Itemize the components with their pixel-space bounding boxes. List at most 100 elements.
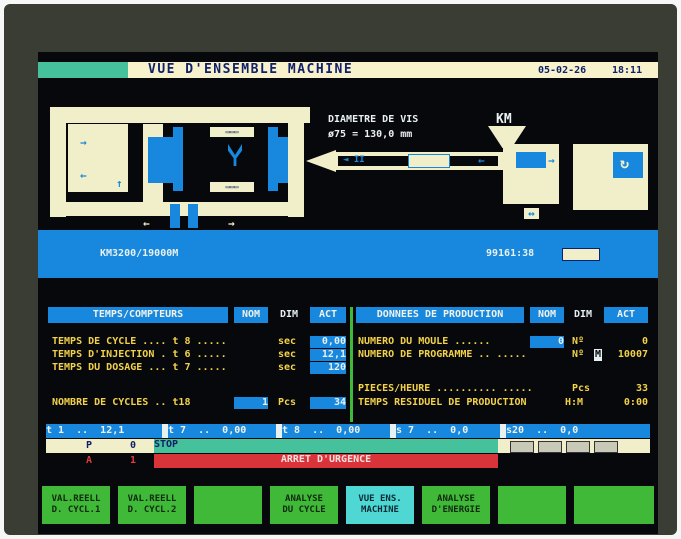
arrow-screw-back: ← [478,154,485,167]
row-residual-time-dim: H:M [565,397,584,408]
header-indicator [38,62,128,78]
row-mold-number-dim: Nº [572,336,585,347]
row-program-number-label: NUMERO DE PROGRAMME .. ..... [358,349,527,360]
fkey-2-line1: VAL.REELL [127,494,177,504]
row-cycle-time-dim: sec [278,336,297,347]
clamp-top-bar [50,107,310,123]
row-pieces-hour-dim: Pcs [572,383,591,394]
stop-status: STOP [154,439,498,453]
arrow-right-bottom: → [228,217,235,230]
row-injection-time-act[interactable]: 12,1 [310,349,346,361]
fkey-actual-values-cycle-2[interactable]: VAL.REELL D. CYCL.2 [118,486,186,524]
row-mold-number-nom[interactable]: 0 [530,336,564,348]
alarm-a-label: A [86,455,93,466]
status-icon-4 [594,441,618,453]
status-icon-3 [566,441,590,453]
alarm-message: ARRET D'URGENCE [154,454,498,468]
mold-tag-top: ▭▭▭ [210,127,254,137]
times-panel-title: TEMPS/COMPTEURS [48,307,228,323]
row-cycles-nom[interactable]: 1 [234,397,268,409]
status-seg-t7: t 7 .. 0,00 [168,424,276,438]
row-pieces-hour-label: PIECES/HEURE .......... ..... [358,383,533,394]
fkey-5-line1: VUE ENS. [358,494,402,504]
clamp-foot-left [170,204,180,228]
row-pieces-hour-act: 33 [635,383,648,394]
arrow-feed: → [548,154,555,167]
fkey-2-line2: D. CYCL.2 [127,505,177,515]
alarm-a-value: 1 [130,455,137,466]
header-time: 18:11 [612,65,643,76]
row-program-number-act: 10007 [617,349,648,360]
row-cycle-time-label: TEMPS DE CYCLE .... t 8 ..... [52,336,227,347]
fkey-6-line2: D'ENERGIE [431,505,481,515]
row-program-number-dim: Nº [572,349,585,360]
page-title: VUE D'ENSEMBLE MACHINE [148,62,354,77]
row-cycles-dim: Pcs [278,397,297,408]
fkey-blank-7[interactable] [498,486,566,524]
row-dosing-time-act[interactable]: 120 [310,362,346,374]
fkey-machine-overview[interactable]: VUE ENS. MACHINE [346,486,414,524]
arrow-carriage: ↔ [524,208,539,219]
row-injection-time-label: TEMPS D'INJECTION . t 6 ..... [52,349,227,360]
nozzle [306,150,336,172]
fkey-5-line2: MACHINE [361,505,399,515]
arrow-inject: ◄ II [343,155,365,165]
row-cycle-time-act[interactable]: 0,00 [310,336,346,348]
fkey-energy-analysis[interactable]: ANALYSE D'ENERGIE [422,486,490,524]
fkey-1-line1: VAL.REELL [51,494,101,504]
production-panel-title: DONNEES DE PRODUCTION [356,307,524,323]
mode-p-value: 0 [130,440,137,451]
status-icon-2 [538,441,562,453]
fkey-blank-8[interactable] [574,486,654,524]
status-seg-s20: s20 .. 0,0 [506,424,650,438]
rotation-icon: ↻ [620,154,630,172]
counter-value: 99161:38 [486,248,535,259]
status-seg-t8: t 8 .. 0,00 [282,424,390,438]
mode-p-label: P [86,440,93,451]
header-date: 05-02-26 [538,65,587,76]
production-col-dim: DIM [573,309,593,320]
fkey-blank-3[interactable] [194,486,262,524]
fkey-cycle-analysis[interactable]: ANALYSE DU CYCLE [270,486,338,524]
arrow-up: ↑ [116,177,123,190]
times-col-dim: DIM [279,309,299,320]
clamp-right-plate [288,107,304,217]
row-cycles-act[interactable]: 34 [310,397,346,409]
mold-tag-bottom: ▭▭▭ [210,182,254,192]
times-col-act: ACT [310,307,346,323]
mold-left [173,127,183,191]
production-col-nom: NOM [530,307,564,323]
screw-diameter-label: DIAMETRE DE VIS [328,114,419,125]
status-seg-t1: t 1 .. 12,1 [46,424,162,438]
fkey-4-line1: ANALYSE [285,494,323,504]
fkey-6-line1: ANALYSE [437,494,475,504]
row-dosing-time-dim: sec [278,362,297,373]
body-window [516,152,546,168]
status-icon-1 [510,441,534,453]
row-injection-time-dim: sec [278,349,297,360]
arrow-left-bottom: ← [143,217,150,230]
arrow-clamp-right: → [80,136,87,149]
row-mold-number-act: 0 [641,336,648,347]
row-program-number-mark: M [594,349,603,361]
clamp-foot-right [188,204,198,228]
production-col-act: ACT [604,307,648,323]
times-col-nom: NOM [234,307,268,323]
battery-icon [562,248,600,261]
row-dosing-time-label: TEMPS DU DOSAGE ... t 7 ..... [52,362,227,373]
fkey-actual-values-cycle-1[interactable]: VAL.REELL D. CYCL.1 [42,486,110,524]
hmi-screen: VUE D'ENSEMBLE MACHINE 05-02-26 18:11 ▭▭… [38,52,658,534]
clamp-left-plate [50,107,66,217]
panel-divider [350,307,353,422]
row-cycles-label: NOMBRE DE CYCLES .. t18 [52,397,191,408]
screw-tag [408,154,450,168]
machine-model: KM3200/19000M [100,248,179,259]
row-mold-number-label: NUMERO DU MOULE ...... [358,336,491,347]
row-residual-time-act: 0:00 [623,397,648,408]
km-label: KM [496,112,512,127]
fkey-1-line2: D. CYCL.1 [51,505,101,515]
row-residual-time-label: TEMPS RESIDUEL DE PRODUCTION [358,397,527,408]
screw-diameter-value: ø75 = 130,0 mm [328,129,413,140]
status-seg-s7: s 7 .. 0,0 [396,424,500,438]
mold-right [268,127,278,191]
